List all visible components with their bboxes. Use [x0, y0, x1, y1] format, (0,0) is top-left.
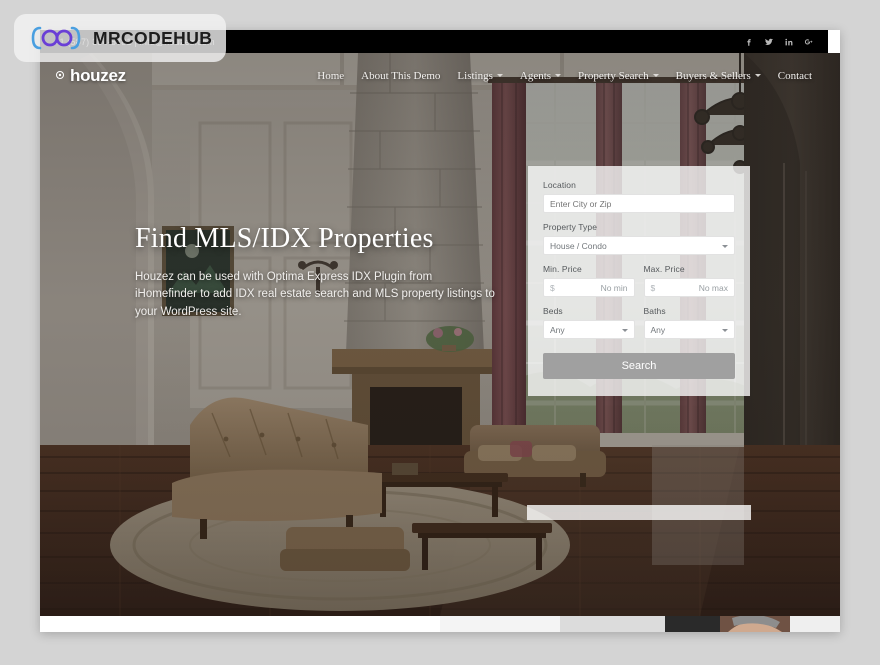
search-submit-button[interactable]: Search [543, 353, 735, 379]
min-price-placeholder: No min [600, 282, 628, 293]
baths-select[interactable]: Any [643, 320, 735, 339]
next-section-agent-photo [440, 616, 840, 632]
chevron-down-icon [621, 328, 628, 332]
chevron-down-icon [652, 74, 659, 77]
main-navigation: Home About This Demo Listings Agents Pro… [317, 70, 812, 82]
min-price-label: Min. Price [543, 264, 582, 274]
currency-symbol: $ [650, 282, 656, 293]
watermark-brand-text: MRCODEHUB [93, 27, 213, 48]
mrcodehub-logo-icon [26, 25, 86, 51]
min-price-input[interactable]: $ No min [543, 278, 635, 297]
beds-value: Any [550, 324, 565, 335]
twitter-icon[interactable] [763, 36, 774, 47]
nav-label: Listings [457, 69, 493, 82]
hero-copy-block: Find MLS/IDX Properties Houzez can be us… [135, 223, 495, 321]
baths-value: Any [650, 324, 666, 335]
hero-secondary-bar [527, 505, 751, 520]
property-search-panel: Location Property Type House / Condo Min… [528, 166, 750, 396]
site-logo-text: houzez [70, 65, 126, 85]
nav-item-home[interactable]: Home [317, 70, 344, 82]
nav-label: Contact [777, 69, 812, 82]
nav-item-contact[interactable]: Contact [778, 70, 812, 82]
location-field: Location [543, 180, 735, 213]
property-type-label: Property Type [543, 222, 598, 232]
nav-item-listings[interactable]: Listings [457, 69, 503, 82]
nav-item-buyers-and-sellers[interactable]: Buyers & Sellers [676, 70, 761, 82]
browser-page: +1 (587) 354-5781 | info@houzez.com [40, 30, 840, 632]
property-type-field: Property Type House / Condo [543, 222, 735, 255]
chevron-down-icon [754, 74, 761, 77]
baths-field: Baths Any [643, 306, 735, 339]
nav-item-property-search[interactable]: Property Search [578, 70, 659, 82]
beds-field: Beds Any [543, 306, 635, 339]
baths-label: Baths [643, 306, 666, 316]
linkedin-icon[interactable] [783, 36, 794, 47]
nav-item-about-this-demo[interactable]: About This Demo [361, 70, 440, 82]
beds-baths-row: Beds Any Baths Any [543, 306, 735, 348]
chevron-down-icon [722, 328, 728, 332]
property-type-value: House / Condo [550, 240, 607, 251]
nav-label: Buyers & Sellers [675, 69, 751, 82]
nav-label: Home [317, 69, 345, 82]
max-price-input[interactable]: $ No max [643, 278, 735, 297]
beds-label: Beds [543, 306, 563, 316]
min-price-field: Min. Price $ No min [543, 264, 635, 297]
social-links [743, 36, 814, 47]
nav-label: Agents [519, 69, 552, 82]
nav-label: About This Demo [361, 69, 441, 82]
chevron-down-icon [496, 74, 503, 77]
nav-item-agents[interactable]: Agents [519, 69, 562, 82]
chevron-down-icon [555, 74, 562, 77]
location-pin-icon [56, 70, 64, 79]
agent-portrait-image [440, 616, 840, 632]
currency-symbol: $ [550, 282, 555, 293]
next-section-preview [40, 616, 840, 632]
site-logo[interactable]: houzez [54, 66, 126, 86]
watermark-overlay: MRCODEHUB [14, 14, 226, 62]
location-input[interactable] [543, 194, 735, 213]
max-price-field: Max. Price $ No max [643, 264, 735, 297]
beds-select[interactable]: Any [543, 320, 635, 339]
max-price-label: Max. Price [643, 264, 685, 274]
location-label: Location [543, 180, 576, 190]
property-type-select[interactable]: House / Condo [543, 236, 735, 255]
hero-subtitle: Houzez can be used with Optima Express I… [135, 271, 495, 318]
next-section-left-panel [40, 616, 440, 632]
nav-label: Property Search [578, 69, 649, 82]
hero-banner: houzez Home About This Demo Listings Age… [40, 53, 840, 616]
google-plus-icon[interactable] [803, 36, 814, 47]
chevron-down-icon [722, 244, 728, 248]
hero-title: Find MLS/IDX Properties [135, 223, 434, 254]
facebook-icon[interactable] [743, 36, 754, 47]
price-range-row: Min. Price $ No min Max. Price $ No max [543, 264, 735, 306]
max-price-placeholder: No max [698, 282, 728, 293]
